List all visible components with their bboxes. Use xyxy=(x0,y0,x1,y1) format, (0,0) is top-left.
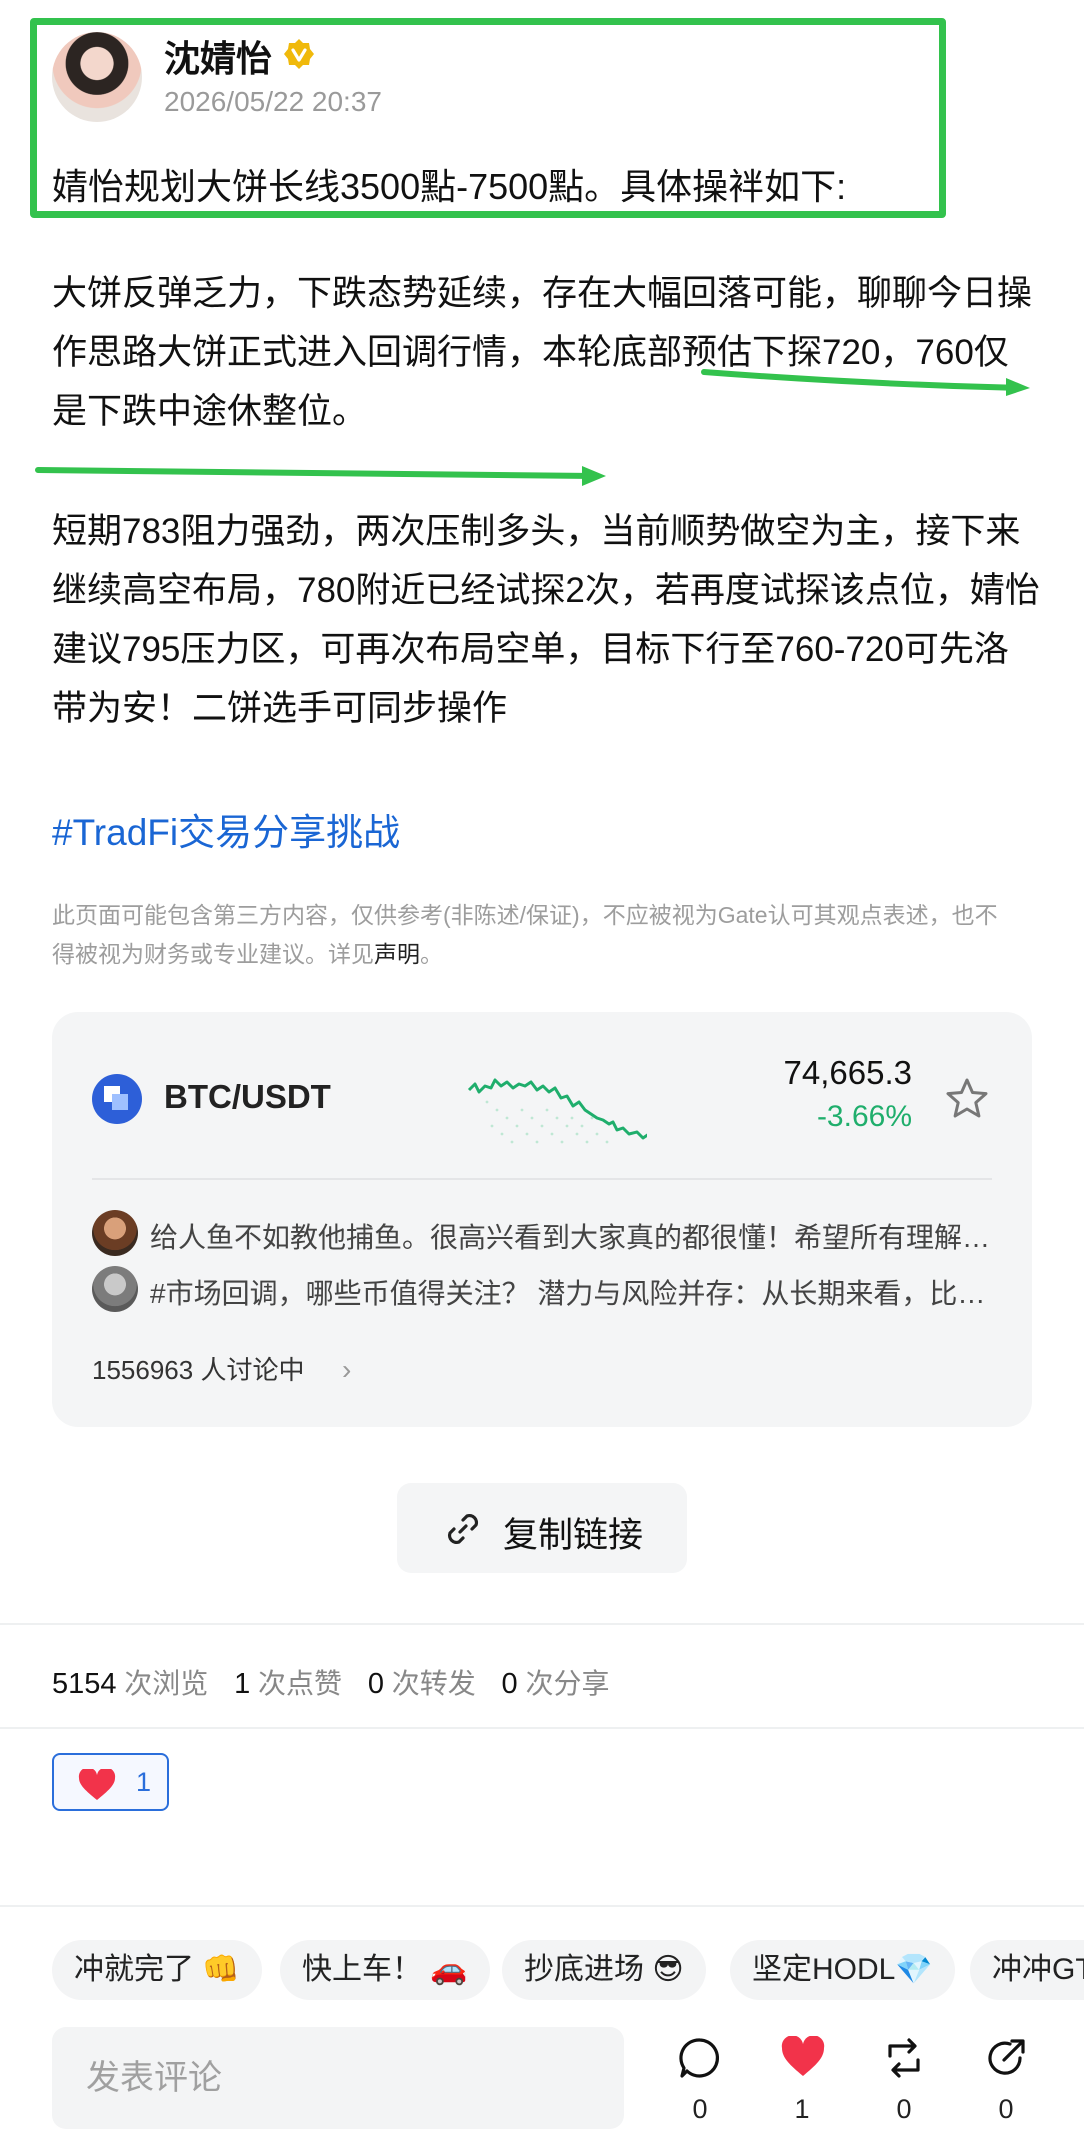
section-divider xyxy=(0,1623,1084,1625)
heart-icon xyxy=(78,1769,116,1800)
comment-count: 0 xyxy=(692,2094,708,2124)
shares-label: 次分享 xyxy=(525,1668,610,1699)
market-card[interactable]: BTC/USDT 74,665.3 -3.66% 给人鱼不如教他捕鱼。很高兴看到… xyxy=(52,1012,1032,1427)
share-action-button[interactable]: 0 xyxy=(976,2036,1036,2136)
disclaimer-body: 此页面可能包含第三方内容，仅供参考(非陈述/保证)，不应被视为Gate认可其观点… xyxy=(52,902,998,967)
likes-count: 1 xyxy=(234,1668,251,1700)
disclaimer-link[interactable]: 声明 xyxy=(374,941,420,967)
author-name[interactable]: 沈婧怡 xyxy=(164,30,272,82)
comment-bubble-icon xyxy=(679,2038,720,2078)
btc-usdt-icon xyxy=(92,1074,142,1124)
link-icon xyxy=(447,1513,479,1545)
commenter-avatar xyxy=(92,1210,138,1256)
copy-link-button[interactable]: 复制链接 xyxy=(397,1483,687,1573)
card-comment-text: #市场回调，哪些币值得关注？ 潜力与风险并存：从长期来看，比… xyxy=(150,1278,986,1309)
copy-link-label: 复制链接 xyxy=(503,1516,644,1555)
card-comment-1[interactable]: 给人鱼不如教他捕鱼。很高兴看到大家真的都很懂！希望所有理解… xyxy=(92,1210,992,1256)
repost-action-button[interactable]: 0 xyxy=(874,2036,934,2136)
annotation-arrow-2 xyxy=(35,466,606,486)
card-divider xyxy=(92,1178,992,1180)
disclaimer-end: 。 xyxy=(420,941,443,967)
quick-reaction-4[interactable]: 坚定HODL💎 xyxy=(730,1940,955,2000)
quick-reaction-5[interactable]: 冲冲GT xyxy=(970,1940,1084,2000)
trading-pair: BTC/USDT xyxy=(164,1078,331,1115)
like-chip-count: 1 xyxy=(136,1767,152,1797)
share-count: 0 xyxy=(998,2094,1014,2124)
reposts-count: 0 xyxy=(367,1668,384,1700)
post-stats: 5154 次浏览 1 次点赞 0 次转发 0 次分享 xyxy=(52,1662,609,1702)
quick-reaction-2[interactable]: 快上车！ 🚗 xyxy=(280,1940,490,2000)
section-divider xyxy=(0,1905,1084,1907)
like-count: 1 xyxy=(794,2094,810,2124)
author-avatar[interactable] xyxy=(52,32,142,122)
post-timestamp: 2026/05/22 20:37 xyxy=(164,86,382,117)
post-headline: 婧怡规划大饼长线3500點-7500點。具体操袢如下: xyxy=(52,166,847,207)
repost-icon xyxy=(888,2038,920,2078)
current-price: 74,665.3 xyxy=(783,1054,912,1091)
chevron-right-icon: › xyxy=(342,1354,352,1385)
commenter-avatar xyxy=(92,1266,138,1312)
annotation-arrow-1 xyxy=(701,369,1030,396)
likes-label: 次点赞 xyxy=(258,1668,343,1699)
repost-count: 0 xyxy=(896,2094,912,2124)
disclaimer-text: 此页面可能包含第三方内容，仅供参考(非陈述/保证)，不应被视为Gate认可其观点… xyxy=(52,896,1012,974)
quick-reaction-1[interactable]: 冲就完了 👊 xyxy=(52,1940,262,2000)
like-action-button[interactable]: 1 xyxy=(772,2036,832,2136)
price-sparkline xyxy=(467,1078,647,1144)
comment-input[interactable]: 发表评论 xyxy=(52,2027,624,2129)
price-change: -3.66% xyxy=(816,1100,912,1133)
card-comment-2[interactable]: #市场回调，哪些币值得关注？ 潜力与风险并存：从长期来看，比… xyxy=(92,1266,992,1312)
verified-badge-icon xyxy=(284,39,314,69)
share-icon xyxy=(988,2039,1025,2075)
heart-filled-icon xyxy=(781,2036,825,2076)
reposts-label: 次转发 xyxy=(391,1668,476,1699)
like-reaction-chip[interactable]: 1 xyxy=(52,1753,169,1811)
post-paragraph-2: 短期783阻力强劲，两次压制多头，当前顺势做空为主，接下来继续高空布局，780附… xyxy=(52,512,1040,728)
views-label: 次浏览 xyxy=(124,1668,209,1699)
post-paragraph-1: 大饼反弹乏力，下跌态势延续，存在大幅回落可能，聊聊今日操作思路大饼正式进入回调行… xyxy=(52,274,1033,431)
discussion-count[interactable]: 1556963 人讨论中 xyxy=(92,1350,304,1387)
card-comment-text: 给人鱼不如教他捕鱼。很高兴看到大家真的都很懂！希望所有理解… xyxy=(150,1222,990,1253)
comment-action-button[interactable]: 0 xyxy=(670,2036,730,2136)
favorite-star-icon[interactable] xyxy=(944,1076,990,1122)
section-divider xyxy=(0,1727,1084,1729)
shares-count: 0 xyxy=(501,1668,518,1700)
views-count: 5154 xyxy=(52,1668,117,1700)
quick-reaction-3[interactable]: 抄底进场 😎 xyxy=(502,1940,706,2000)
hashtag-link[interactable]: #TradFi交易分享挑战 xyxy=(52,802,400,856)
